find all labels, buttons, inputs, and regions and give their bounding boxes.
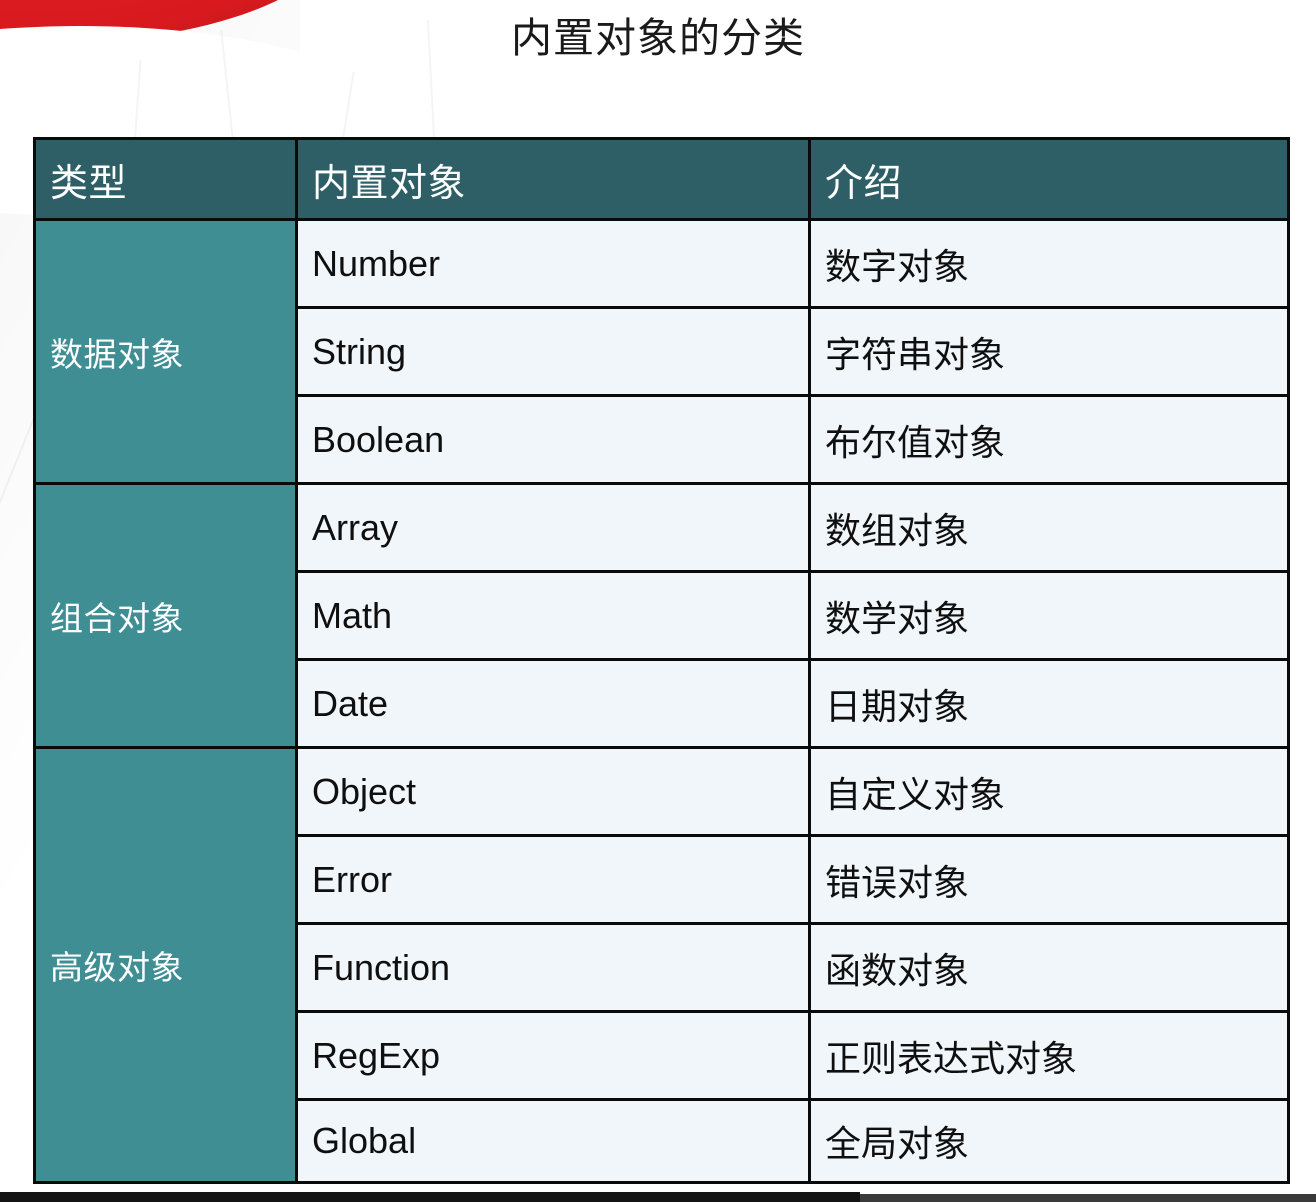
object-name-cell: RegExp	[295, 1010, 811, 1101]
object-description-cell: 布尔值对象	[808, 394, 1290, 485]
object-description-cell: 正则表达式对象	[808, 1010, 1290, 1101]
bottom-bar-dark-segment	[0, 1192, 860, 1202]
object-description-cell: 字符串对象	[808, 306, 1290, 397]
object-description-cell: 函数对象	[808, 922, 1290, 1013]
object-name-cell: Math	[295, 570, 811, 661]
object-description-cell: 数组对象	[808, 482, 1290, 573]
group-type-cell: 数据对象	[33, 218, 298, 485]
object-name-cell: Error	[295, 834, 811, 925]
table-body: 数据对象 Number 数字对象 String 字符串对象 Boolean 布尔值对象 组合对…	[33, 218, 1290, 1184]
object-description-cell: 自定义对象	[808, 746, 1290, 837]
table-row: 数据对象 Number 数字对象	[33, 218, 1290, 485]
column-header-object: 内置对象	[295, 137, 811, 221]
table-header: 类型 内置对象 介绍	[33, 137, 1290, 221]
object-description-cell: 日期对象	[808, 658, 1290, 749]
builtin-objects-table: 类型 内置对象 介绍 数据对象 Number 数字对象 String 字符串对象 Bool…	[33, 137, 1290, 1184]
column-header-desc: 介绍	[808, 137, 1290, 221]
object-name-cell: Object	[295, 746, 811, 837]
table-row: 组合对象 Array 数组对象	[33, 482, 1290, 749]
page-title: 内置对象的分类	[511, 15, 805, 61]
table-row: 高级对象 Object 自定义对象	[33, 746, 1290, 1184]
group-type-cell: 组合对象	[33, 482, 298, 749]
group-type-cell: 高级对象	[33, 746, 298, 1184]
object-description-cell: 数学对象	[808, 570, 1290, 661]
object-name-cell: Array	[295, 482, 811, 573]
object-description-cell: 错误对象	[808, 834, 1290, 925]
object-description-cell: 全局对象	[808, 1098, 1290, 1184]
object-name-cell: Boolean	[295, 394, 811, 485]
table-header-row: 类型 内置对象 介绍	[33, 137, 1290, 221]
object-description-cell: 数字对象	[808, 218, 1290, 309]
object-name-cell: Function	[295, 922, 811, 1013]
object-name-cell: String	[295, 306, 811, 397]
object-name-cell: Date	[295, 658, 811, 749]
column-header-type: 类型	[33, 137, 298, 221]
object-name-cell: Number	[295, 218, 811, 309]
object-name-cell: Global	[295, 1098, 811, 1184]
